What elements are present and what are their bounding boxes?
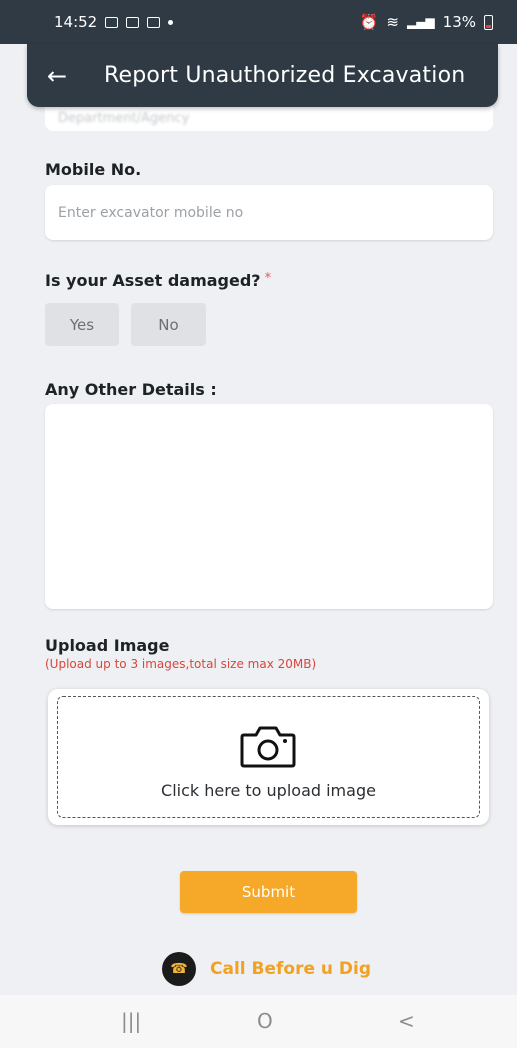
alarm-icon: ⏰ bbox=[359, 13, 379, 31]
arrow-left-icon[interactable]: ← bbox=[47, 62, 77, 90]
required-mark: * bbox=[264, 271, 272, 286]
asset-damaged-text: Is your Asset damaged? bbox=[45, 271, 261, 290]
more-notifications-icon bbox=[168, 19, 174, 25]
other-details-label: Any Other Details : bbox=[45, 380, 217, 399]
brand-text: Call Before u Dig bbox=[210, 959, 372, 979]
asset-damaged-label: Is your Asset damaged? * bbox=[45, 271, 271, 290]
upload-label: Upload Image bbox=[45, 636, 170, 655]
screen-notification-icon bbox=[147, 16, 161, 28]
page-title: Report Unauthorized Excavation bbox=[104, 63, 466, 88]
camera-icon bbox=[240, 726, 296, 768]
system-navbar: ||| O < bbox=[0, 995, 517, 1048]
mobile-label: Mobile No. bbox=[45, 160, 142, 179]
upload-hint: (Upload up to 3 images,total size max 20… bbox=[45, 657, 317, 671]
call-before-dig-logo: ☎ bbox=[162, 952, 196, 986]
no-button[interactable]: No bbox=[131, 303, 206, 346]
battery-icon bbox=[484, 14, 493, 30]
wifi-icon: ≋ bbox=[386, 13, 399, 31]
home-icon[interactable]: O bbox=[257, 1009, 273, 1033]
mobile-input[interactable]: Enter excavator mobile no bbox=[45, 185, 493, 240]
agency-field-placeholder: Department/Agency bbox=[58, 111, 190, 126]
upload-button-text: Click here to upload image bbox=[161, 781, 376, 800]
app-bar: ← Report Unauthorized Excavation bbox=[27, 44, 498, 107]
signal-icon: ▂▄▆ bbox=[406, 15, 435, 29]
recent-apps-icon[interactable]: ||| bbox=[121, 1009, 141, 1033]
gallery-notification-icon bbox=[105, 16, 119, 28]
yes-button[interactable]: Yes bbox=[45, 303, 119, 346]
mobile-placeholder: Enter excavator mobile no bbox=[58, 205, 244, 221]
status-bar: 14:52 ⏰ ≋ ▂▄▆ 13% bbox=[0, 0, 517, 44]
battery-percent: 13% bbox=[442, 13, 476, 31]
back-icon[interactable]: < bbox=[398, 1009, 415, 1033]
brand-footer: ☎ Call Before u Dig bbox=[162, 952, 371, 986]
status-time: 14:52 bbox=[54, 13, 98, 31]
calendar-notification-icon bbox=[126, 16, 140, 28]
submit-button[interactable]: Submit bbox=[180, 871, 357, 913]
upload-image-area[interactable]: Click here to upload image bbox=[48, 689, 489, 825]
other-details-textarea[interactable] bbox=[45, 404, 493, 609]
